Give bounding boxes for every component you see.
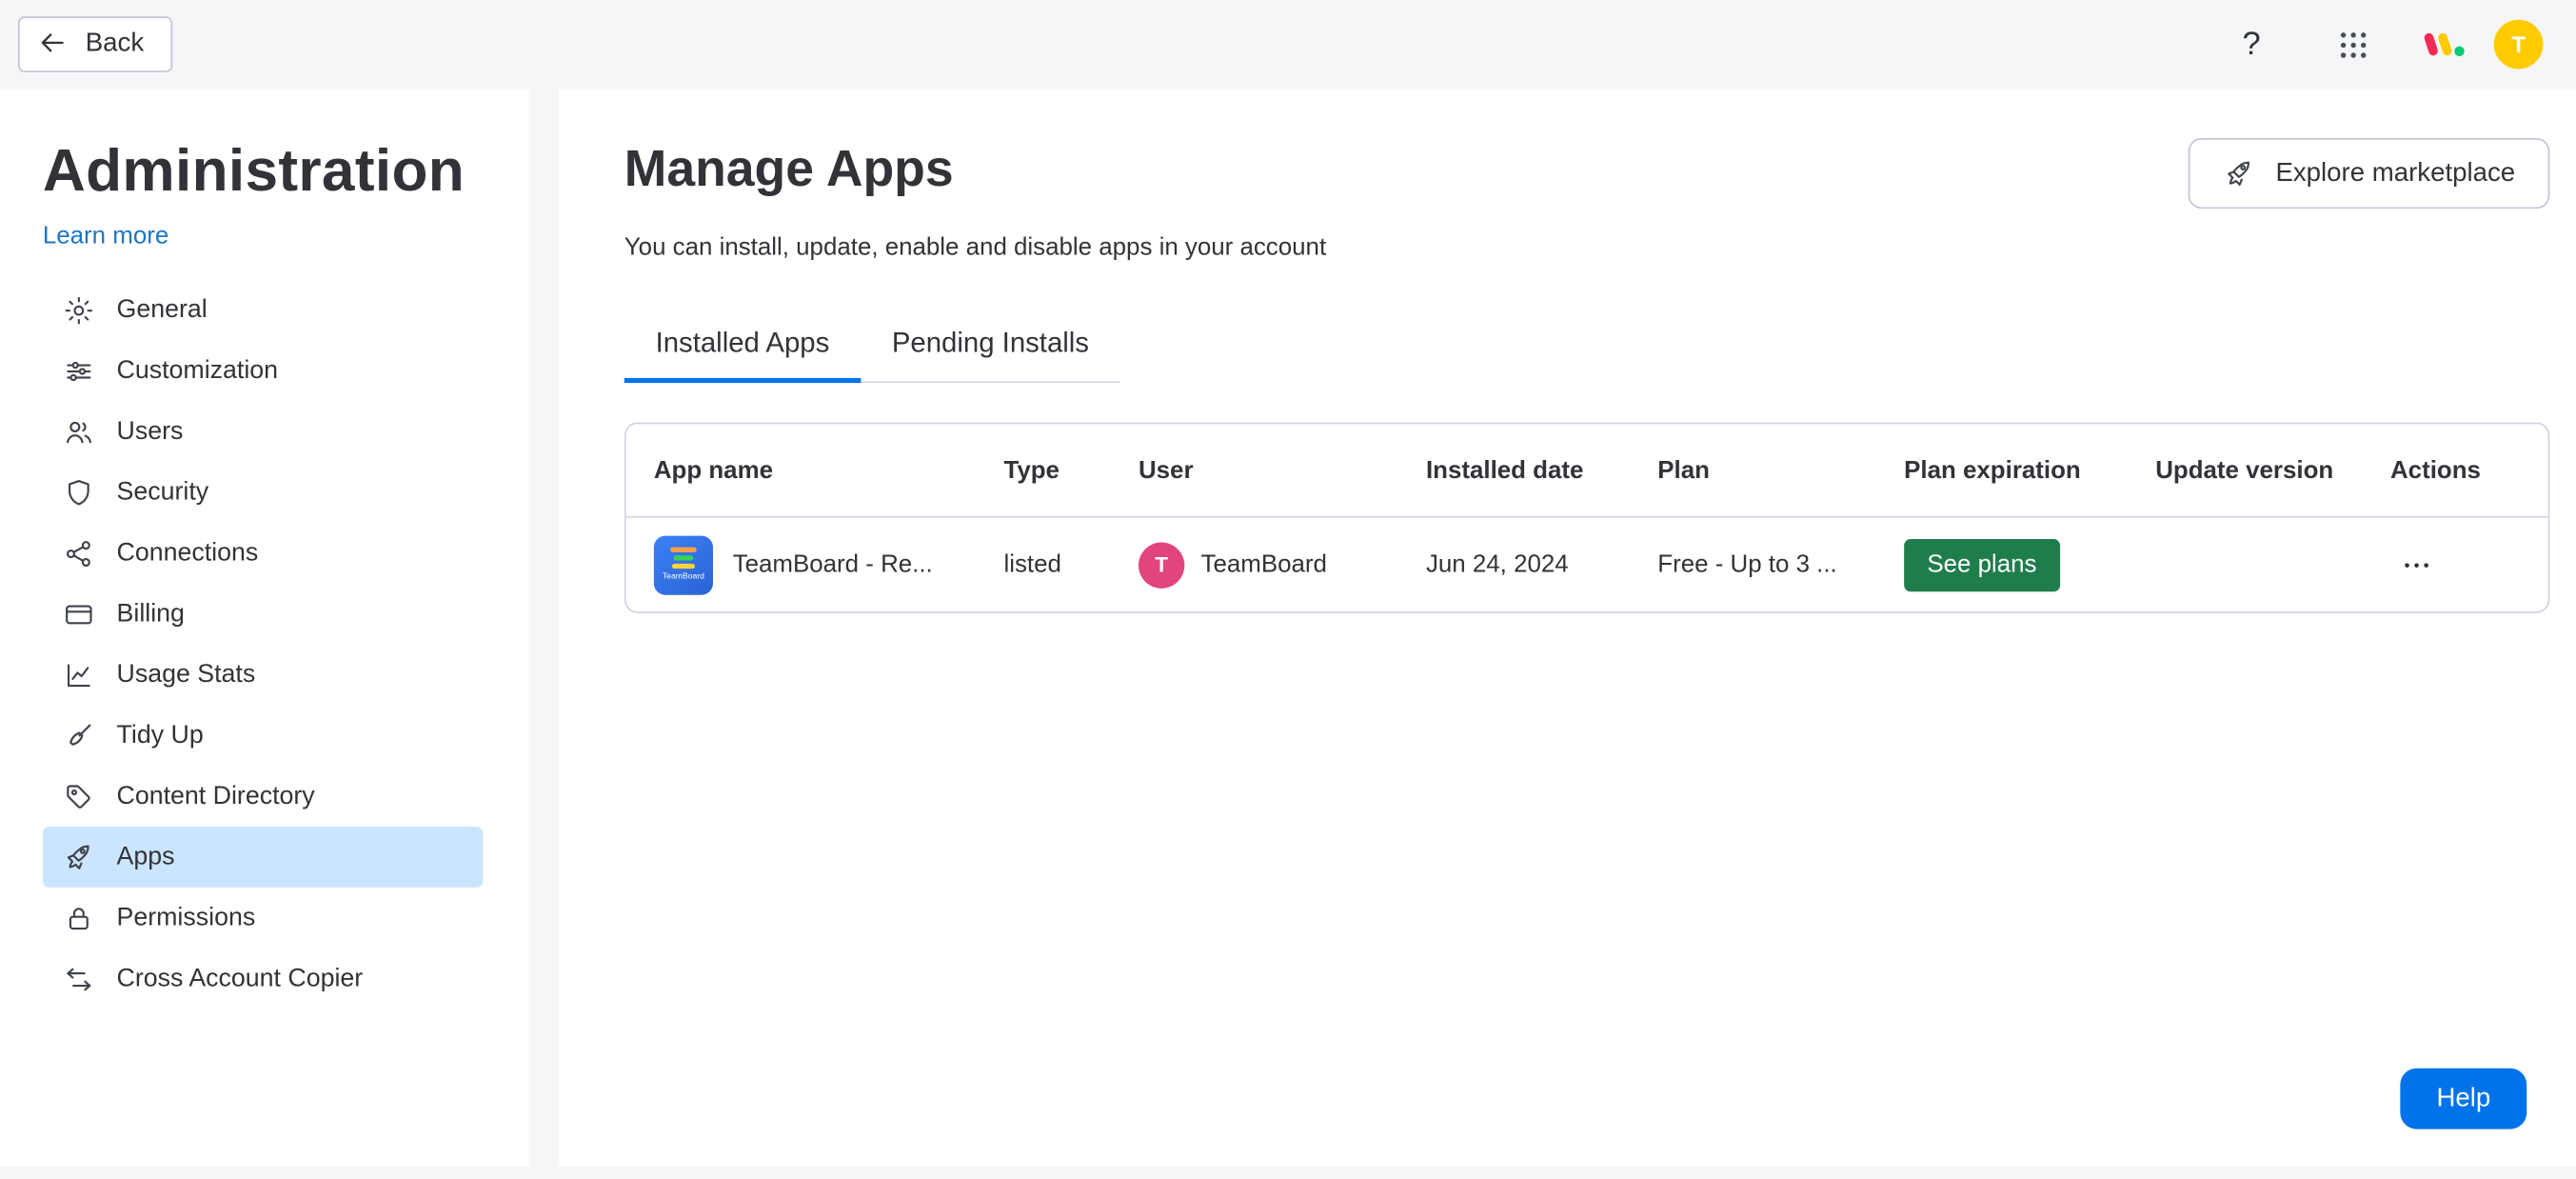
user-avatar[interactable]: T: [2493, 19, 2544, 70]
installed-apps-table: App name Type User Installed date Plan P…: [624, 422, 2550, 613]
topbar-right: ? T: [2242, 19, 2544, 70]
user-name: TeamBoard: [1200, 550, 1327, 579]
sidebar-item-billing[interactable]: Billing: [43, 584, 484, 645]
sidebar-item-label: Users: [116, 416, 184, 446]
sidebar-item-apps[interactable]: Apps: [42, 827, 484, 889]
plan: Free - Up to 3 ...: [1657, 550, 1837, 579]
sidebar-item-label: Cross Account Copier: [116, 964, 364, 992]
rocket-icon: [63, 841, 96, 874]
sidebar-item-permissions[interactable]: Permissions: [43, 888, 484, 949]
plan-expiration-cell: See plans: [1904, 538, 2155, 591]
sliders-icon: [63, 354, 96, 388]
app-name-cell: TeamBoard TeamBoard - Re...: [653, 534, 1004, 594]
column-header-plan-expiration: Plan expiration: [1904, 455, 2081, 485]
sidebar-item-connections[interactable]: Connections: [43, 523, 484, 584]
transfer-arrows-icon: [63, 963, 96, 996]
sidebar-item-usage-stats[interactable]: Usage Stats: [43, 645, 484, 706]
users-icon: [63, 415, 96, 449]
sidebar-item-users[interactable]: Users: [43, 401, 484, 462]
page-title: Manage Apps: [624, 139, 954, 198]
page-subtitle: You can install, update, enable and disa…: [624, 233, 1327, 262]
tab-pending-installs[interactable]: Pending Installs: [861, 327, 1120, 381]
installed-date: Jun 24, 2024: [1425, 550, 1569, 579]
column-header-actions: Actions: [2389, 455, 2481, 485]
column-header-plan: Plan: [1657, 455, 1710, 485]
help-question-icon[interactable]: ?: [2242, 26, 2260, 64]
user-cell: T TeamBoard: [1138, 541, 1426, 588]
apps-grid-icon[interactable]: [2336, 27, 2370, 61]
explore-marketplace-label: Explore marketplace: [2275, 158, 2516, 187]
monday-logo-icon[interactable]: [2423, 27, 2467, 63]
sidebar-item-label: Customization: [116, 355, 279, 385]
app-name: TeamBoard - Re...: [732, 550, 933, 579]
main-panel: Manage Apps You can install, update, ena…: [558, 89, 2576, 1168]
sidebar-item-label: Tidy Up: [116, 721, 204, 749]
tab-installed-apps[interactable]: Installed Apps: [624, 327, 861, 384]
table-header-row: App name Type User Installed date Plan P…: [625, 424, 2548, 518]
sidebar-item-label: Apps: [116, 842, 175, 871]
admin-sidebar: Administration Learn more General Custom…: [0, 89, 529, 1168]
sidebar-item-label: Billing: [116, 599, 185, 628]
gear-icon: [63, 293, 96, 327]
teamboard-app-icon: TeamBoard: [653, 534, 713, 594]
main-header: Manage Apps You can install, update, ena…: [624, 137, 2550, 262]
credit-card-icon: [63, 598, 96, 631]
main-header-text: Manage Apps You can install, update, ena…: [624, 138, 1327, 262]
learn-more-link[interactable]: Learn more: [43, 222, 168, 250]
arrow-left-icon: [38, 28, 71, 61]
back-button[interactable]: Back: [17, 16, 172, 72]
sidebar-item-label: Content Directory: [116, 781, 315, 810]
back-button-label: Back: [85, 30, 145, 58]
see-plans-button[interactable]: See plans: [1904, 538, 2060, 591]
nodes-icon: [63, 537, 96, 570]
tab-bar: Installed Apps Pending Installs: [624, 327, 1120, 384]
content: Administration Learn more General Custom…: [0, 89, 2576, 1168]
more-horizontal-icon[interactable]: [2390, 542, 2443, 588]
tag-icon: [63, 780, 96, 813]
help-button[interactable]: Help: [2400, 1068, 2527, 1129]
actions-cell: [2390, 542, 2548, 588]
sidebar-item-label: Connections: [116, 538, 259, 567]
app-type: listed: [1003, 550, 1061, 579]
column-header-app-name: App name: [653, 455, 773, 485]
sidebar-item-customization[interactable]: Customization: [43, 341, 484, 402]
broom-icon: [63, 719, 96, 752]
app-icon-label: TeamBoard: [662, 571, 704, 582]
column-header-type: Type: [1003, 455, 1060, 485]
user-avatar: T: [1138, 541, 1185, 588]
explore-marketplace-button[interactable]: Explore marketplace: [2188, 137, 2550, 210]
table-row[interactable]: TeamBoard TeamBoard - Re... listed T Tea…: [626, 518, 2548, 611]
sidebar-item-general[interactable]: General: [43, 280, 484, 341]
sidebar-title: Administration: [42, 136, 466, 204]
column-header-installed-date: Installed date: [1425, 455, 1584, 485]
sidebar-menu: General Customization Users Security Con…: [42, 280, 484, 1009]
admin-page: Back ? T Administration Learn more Gener…: [0, 0, 2576, 1179]
sidebar-item-label: Permissions: [116, 903, 256, 931]
lock-icon: [63, 902, 96, 935]
sidebar-item-tidy-up[interactable]: Tidy Up: [43, 706, 484, 767]
column-header-user: User: [1138, 455, 1194, 485]
sidebar-item-label: General: [116, 295, 208, 324]
sidebar-item-cross-account-copier[interactable]: Cross Account Copier: [43, 949, 484, 1009]
topbar: Back ? T: [0, 0, 2576, 89]
sidebar-item-security[interactable]: Security: [43, 462, 484, 523]
sidebar-item-label: Security: [116, 477, 209, 506]
sidebar-item-content-directory[interactable]: Content Directory: [43, 767, 484, 828]
line-chart-icon: [63, 658, 96, 691]
sidebar-item-label: Usage Stats: [116, 660, 256, 689]
shield-icon: [63, 476, 96, 510]
column-header-update-version: Update version: [2155, 455, 2334, 485]
rocket-icon: [2223, 157, 2256, 190]
